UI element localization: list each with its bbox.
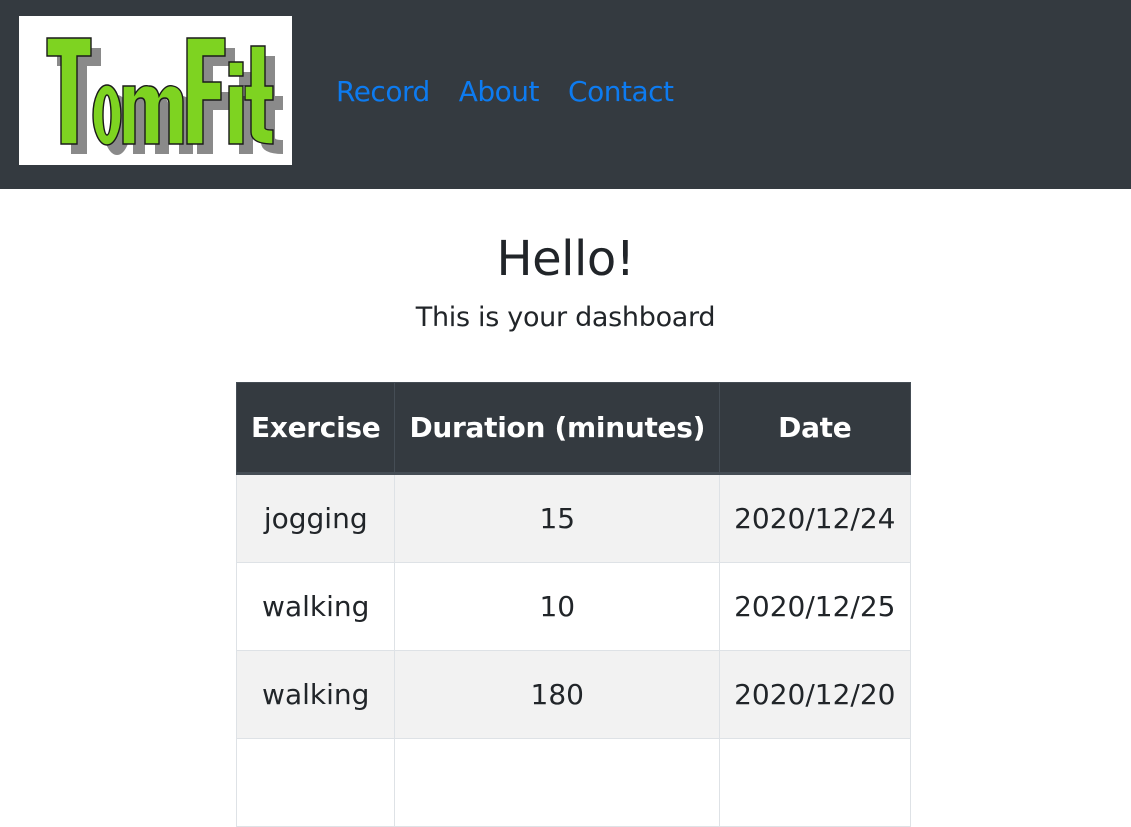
column-header-duration: Duration (minutes): [394, 382, 721, 475]
table-row: [235, 738, 911, 827]
cell-duration: 10: [394, 562, 721, 651]
cell-date: 2020/12/24: [719, 473, 911, 563]
cell-duration: 180: [394, 650, 721, 739]
cell-duration: [394, 738, 721, 827]
cell-exercise: [235, 738, 396, 827]
table-header-row: Exercise Duration (minutes) Date: [235, 382, 911, 475]
tomfit-logo[interactable]: [19, 16, 292, 165]
column-header-exercise: Exercise: [235, 382, 396, 475]
hero: Hello! This is your dashboard: [0, 226, 1131, 336]
logo-image: [46, 37, 283, 155]
exercise-table: Exercise Duration (minutes) Date jogging…: [235, 382, 911, 827]
table-row: jogging 15 2020/12/24: [235, 473, 911, 563]
page-title: Hello!: [496, 231, 635, 287]
nav-link-about[interactable]: About: [459, 72, 540, 112]
cell-date: 2020/12/20: [719, 650, 911, 739]
cell-date: 2020/12/25: [719, 562, 911, 651]
navbar: Record About Contact: [0, 0, 1131, 189]
column-header-date: Date: [719, 382, 911, 475]
cell-date: [719, 738, 911, 827]
cell-duration: 15: [394, 473, 721, 563]
page-subtitle: This is your dashboard: [415, 302, 716, 333]
cell-exercise: walking: [235, 650, 396, 739]
nav-links: Record About Contact: [336, 72, 702, 112]
cell-exercise: jogging: [235, 473, 396, 563]
nav-link-contact[interactable]: Contact: [568, 72, 674, 112]
table-row: walking 10 2020/12/25: [235, 562, 911, 651]
nav-link-record[interactable]: Record: [336, 72, 430, 112]
table-row: walking 180 2020/12/20: [235, 650, 911, 739]
cell-exercise: walking: [235, 562, 396, 651]
